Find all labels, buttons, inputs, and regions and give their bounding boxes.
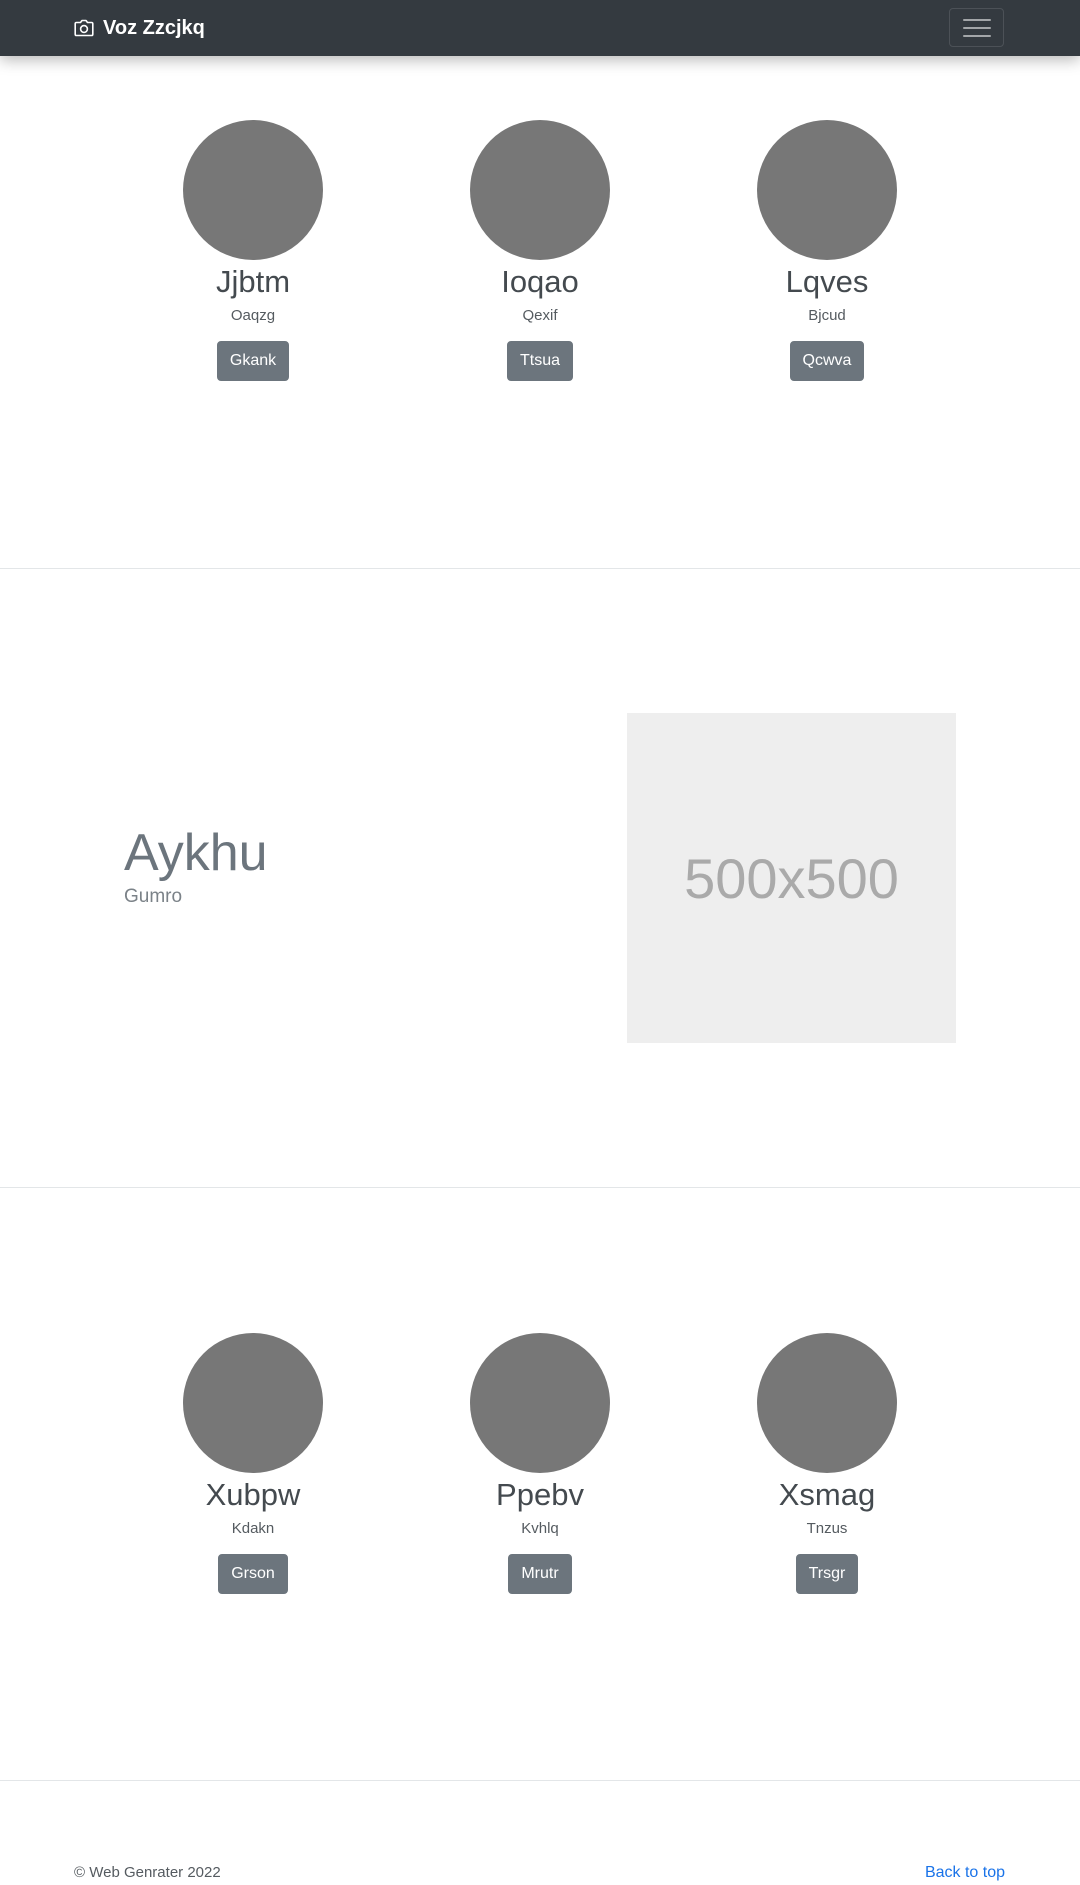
section-divider <box>0 568 1080 569</box>
avatar <box>470 120 610 260</box>
brand-title: Voz Zzcjkq <box>103 16 205 39</box>
feature-title: Aykhu <box>124 824 268 882</box>
avatar <box>183 120 323 260</box>
feature-subtitle: Gumro <box>124 886 183 907</box>
profile-card: Lqves Bjcud Qcwva <box>747 120 907 381</box>
back-to-top-link[interactable]: Back to top <box>925 1864 1005 1882</box>
profile-subtitle: Oaqzg <box>230 307 276 324</box>
section-divider <box>0 1187 1080 1188</box>
avatar <box>183 1333 323 1473</box>
profile-name: Jjbtm <box>215 264 291 299</box>
profile-card: Ppebv Kvhlq Mrutr <box>460 1333 620 1594</box>
profile-button[interactable]: Ttsua <box>506 341 573 381</box>
profile-card: Ioqao Qexif Ttsua <box>460 120 620 381</box>
navbar-toggle-button[interactable] <box>949 8 1004 47</box>
profile-name: Xsmag <box>778 1477 876 1512</box>
profile-subtitle: Kvhlq <box>521 1520 559 1537</box>
avatar <box>757 1333 897 1473</box>
profile-button[interactable]: Trsgr <box>795 1554 859 1594</box>
feature-image-placeholder: 500x500 <box>627 713 956 1043</box>
profile-button[interactable]: Grson <box>218 1554 288 1594</box>
footer-copyright: © Web Genrater 2022 <box>74 1864 221 1881</box>
profile-card: Jjbtm Oaqzg Gkank <box>173 120 333 381</box>
profile-card: Xubpw Kdakn Grson <box>173 1333 333 1594</box>
profile-subtitle: Kdakn <box>231 1520 275 1537</box>
hamburger-icon <box>962 18 991 38</box>
profile-subtitle: Qexif <box>522 307 558 324</box>
navbar: Voz Zzcjkq <box>0 0 1080 56</box>
placeholder-label: 500x500 <box>684 846 899 910</box>
camera-icon <box>74 19 94 37</box>
profile-name: Lqves <box>785 264 869 299</box>
profile-name: Xubpw <box>205 1477 301 1512</box>
avatar <box>470 1333 610 1473</box>
profile-subtitle: Tnzus <box>806 1520 848 1537</box>
profile-button[interactable]: Qcwva <box>789 341 865 381</box>
avatar <box>757 120 897 260</box>
profile-button[interactable]: Gkank <box>216 341 290 381</box>
profile-name: Ioqao <box>501 264 579 299</box>
profile-name: Ppebv <box>496 1477 584 1512</box>
profile-card: Xsmag Tnzus Trsgr <box>747 1333 907 1594</box>
profile-button[interactable]: Mrutr <box>508 1554 572 1594</box>
profile-subtitle: Bjcud <box>808 307 846 324</box>
brand-link[interactable]: Voz Zzcjkq <box>74 14 205 42</box>
footer-divider <box>0 1780 1080 1781</box>
